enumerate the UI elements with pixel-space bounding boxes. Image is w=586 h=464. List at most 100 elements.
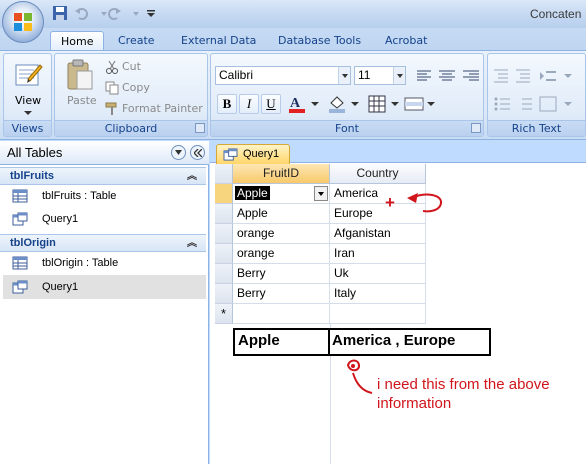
view-button[interactable]: View (15, 94, 41, 107)
svg-text:A: A (290, 96, 301, 111)
row-selector[interactable] (215, 244, 233, 264)
new-record-cell-fruitid[interactable] (233, 304, 330, 324)
tab-external-data[interactable]: External Data (171, 31, 266, 50)
select-all-corner[interactable] (215, 164, 233, 184)
table-cell-fruitid[interactable]: Berry (233, 284, 330, 304)
copy-icon (105, 81, 119, 95)
column-header-country[interactable]: Country (330, 164, 426, 184)
font-size-dropdown-icon[interactable] (393, 67, 405, 84)
collapse-group-icon[interactable]: ︽ (187, 169, 197, 185)
document-area: Query1 FruitID Country Apple America App… (210, 141, 586, 464)
copy-button[interactable]: Copy (105, 79, 150, 97)
undo-icon[interactable] (74, 5, 90, 21)
row-selector[interactable] (215, 204, 233, 224)
cut-button[interactable]: Cut (105, 58, 141, 76)
copy-label: Copy (122, 81, 150, 94)
list-format-icons[interactable] (492, 94, 582, 114)
indent-list-icons[interactable] (492, 66, 582, 86)
row-selector[interactable] (215, 184, 233, 204)
views-group-label: Views (4, 120, 51, 136)
new-record-marker[interactable]: * (215, 304, 233, 324)
nav-pane-header[interactable]: All Tables (0, 141, 209, 165)
table-cell-country[interactable]: Afganistan (330, 224, 426, 244)
alignment-icons[interactable] (415, 68, 481, 84)
query-icon (12, 212, 28, 226)
tab-database-tools[interactable]: Database Tools (268, 31, 371, 50)
navigation-pane: All Tables tblFruits ︽ tblFruits : Table… (0, 141, 209, 464)
collapse-group-icon[interactable]: ︽ (187, 236, 197, 252)
font-name-combo[interactable]: Calibri (215, 66, 351, 85)
save-icon[interactable] (52, 5, 68, 21)
table-cell-country[interactable]: Uk (330, 264, 426, 284)
nav-item-label: Query1 (42, 213, 79, 225)
combo-dropdown-icon[interactable] (314, 186, 328, 201)
desired-countries-text: America , Europe (332, 332, 456, 349)
table-cell-fruitid[interactable]: orange (233, 244, 330, 264)
document-tab-label: Query1 (243, 148, 280, 160)
column-header-fruitid[interactable]: FruitID (233, 164, 330, 184)
nav-group-tblfruits[interactable]: tblFruits ︽ (0, 167, 206, 185)
gridlines-icon[interactable] (367, 94, 403, 114)
fruitid-editor-value[interactable]: Apple (235, 186, 270, 200)
nav-group-tblorigin[interactable]: tblOrigin ︽ (0, 234, 206, 252)
tab-acrobat[interactable]: Acrobat (375, 31, 437, 50)
annotation-note-line2: information (377, 395, 452, 412)
customize-toolbar-icon[interactable] (143, 5, 159, 21)
row-selector[interactable] (215, 264, 233, 284)
nav-item-query1-selected[interactable]: Query1 (3, 275, 206, 299)
shutter-bar-close-button[interactable] (190, 145, 205, 160)
italic-button[interactable]: I (239, 94, 259, 114)
table-cell-country[interactable]: Italy (330, 284, 426, 304)
clipboard-group-label: Clipboard (55, 120, 207, 136)
redo-dropdown-icon[interactable] (128, 5, 144, 21)
font-color-icon[interactable]: A (287, 94, 323, 114)
chevron-down-icon (175, 150, 182, 155)
double-chevron-left-icon (194, 149, 202, 157)
clipboard-dialog-launcher[interactable] (195, 123, 205, 133)
table-cell-fruitid[interactable]: Berry (233, 264, 330, 284)
view-dropdown-icon[interactable] (24, 110, 32, 116)
format-painter-button[interactable]: Format Painter (105, 100, 203, 118)
rich-text-group-label: Rich Text (488, 120, 585, 136)
view-icon[interactable] (13, 59, 43, 89)
row-selector[interactable] (215, 224, 233, 244)
fill-color-icon[interactable] (327, 94, 363, 114)
table-icon (12, 256, 28, 270)
font-name-dropdown-icon[interactable] (338, 67, 350, 84)
font-group-label: Font (211, 120, 483, 136)
query-icon (223, 148, 238, 161)
font-size-value: 11 (358, 68, 371, 82)
window-title: Concaten (530, 7, 582, 21)
scissors-icon (106, 60, 118, 74)
document-tab-query1[interactable]: Query1 (216, 144, 290, 164)
pointer-arrow-annotation-icon (346, 359, 373, 394)
nav-pane-menu-button[interactable] (171, 145, 186, 160)
office-button[interactable] (2, 1, 44, 43)
bold-button[interactable]: B (217, 94, 237, 114)
tab-create[interactable]: Create (108, 31, 165, 50)
underline-button[interactable]: U (261, 94, 281, 114)
alternate-row-color-icon[interactable] (403, 94, 439, 114)
views-group: View Views (3, 53, 52, 137)
paste-button[interactable]: Paste (67, 94, 97, 107)
title-bar: Concaten (0, 0, 586, 43)
table-cell-fruitid[interactable]: orange (233, 224, 330, 244)
curved-arrow-annotation-icon (407, 193, 442, 213)
new-record-cell-country[interactable] (330, 304, 426, 324)
font-size-combo[interactable]: 11 (354, 66, 406, 85)
redo-icon[interactable] (106, 5, 122, 21)
font-dialog-launcher[interactable] (471, 123, 481, 133)
row-selector[interactable] (215, 284, 233, 304)
rich-text-group: Rich Text (487, 53, 586, 137)
nav-item-label: tblOrigin : Table (42, 257, 119, 269)
plus-annotation: + (385, 193, 395, 212)
table-cell-fruitid[interactable]: Apple (233, 204, 330, 224)
table-cell-fruitid[interactable]: Apple (233, 184, 330, 204)
nav-group-title: tblFruits (10, 170, 54, 182)
paste-icon[interactable] (65, 59, 95, 91)
tab-home[interactable]: Home (50, 31, 105, 50)
desired-output-box: Apple America , Europe (233, 328, 491, 356)
desired-box-divider (328, 330, 330, 354)
ribbon: View Views Paste Cut Copy Format Painter… (0, 50, 586, 140)
table-cell-country[interactable]: Iran (330, 244, 426, 264)
